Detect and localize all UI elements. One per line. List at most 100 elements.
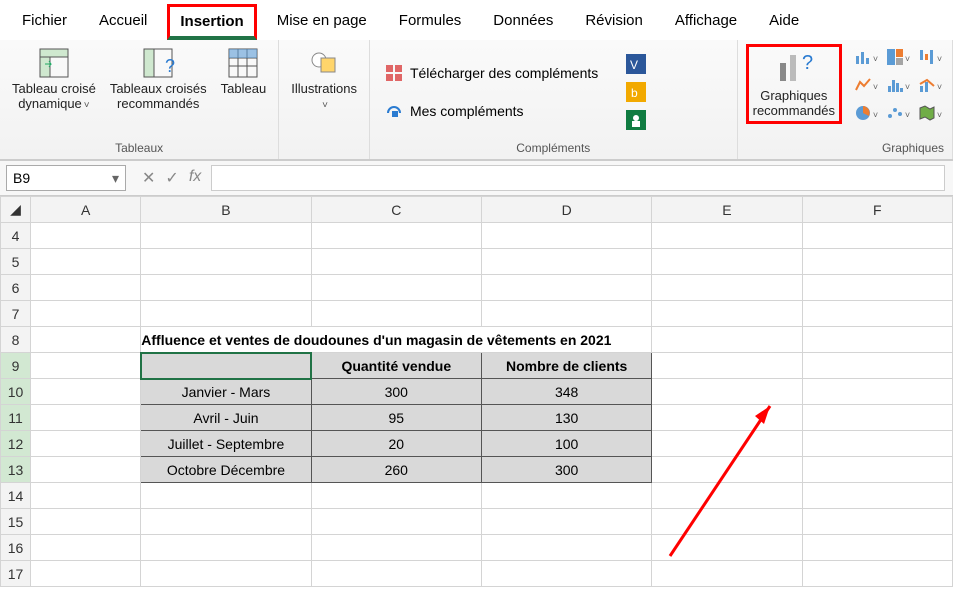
row-header[interactable]: 10 (1, 379, 31, 405)
table-header-cell[interactable] (141, 353, 311, 379)
row-header[interactable]: 16 (1, 535, 31, 561)
table-cell[interactable]: 95 (311, 405, 481, 431)
row-header[interactable]: 5 (1, 249, 31, 275)
table-cell[interactable]: 300 (481, 457, 651, 483)
table-cell[interactable]: 260 (311, 457, 481, 483)
svg-text:?: ? (802, 52, 813, 74)
row-header[interactable]: 4 (1, 223, 31, 249)
histogram-icon (886, 76, 904, 94)
visio-icon: V (626, 54, 646, 74)
group-graphiques: ? Graphiquesrecommandés Graphiques (738, 40, 953, 159)
combo-chart-button[interactable] (916, 72, 944, 98)
table-header-cell[interactable]: Quantité vendue (311, 353, 481, 379)
line-chart-icon (854, 76, 872, 94)
my-addins-icon (384, 101, 404, 121)
hierarchy-chart-button[interactable] (884, 44, 912, 70)
row-header[interactable]: 8 (1, 327, 31, 353)
table-cell[interactable]: Avril - Juin (141, 405, 311, 431)
map-chart-icon (918, 104, 936, 122)
row-header[interactable]: 12 (1, 431, 31, 457)
row-header[interactable]: 11 (1, 405, 31, 431)
ribbon: Tableau croisédynamique ? Tableaux crois… (0, 40, 953, 160)
col-header-A[interactable]: A (31, 197, 141, 223)
tab-affichage[interactable]: Affichage (663, 4, 749, 40)
waterfall-chart-button[interactable] (916, 44, 944, 70)
map-chart-button[interactable] (916, 100, 944, 126)
shapes-icon (307, 46, 341, 80)
chevron-down-icon (320, 96, 328, 111)
addins-store-icon (384, 63, 404, 83)
row-header[interactable]: 6 (1, 275, 31, 301)
svg-text:V: V (630, 58, 638, 72)
recommended-charts-button[interactable]: ? Graphiquesrecommandés (746, 44, 842, 124)
tab-fichier[interactable]: Fichier (10, 4, 79, 40)
chevron-down-icon: ▾ (112, 170, 119, 187)
table-button[interactable]: Tableau (217, 44, 271, 99)
illustrations-label: Illustrations (291, 81, 357, 96)
table-cell[interactable]: Juillet - Septembre (141, 431, 311, 457)
column-chart-icon (854, 48, 872, 66)
stat-chart-button[interactable] (884, 72, 912, 98)
tab-insertion[interactable]: Insertion (167, 4, 256, 40)
scatter-chart-icon (886, 104, 904, 122)
recommended-pivot-button[interactable]: ? Tableaux croisésrecommandés (106, 44, 211, 114)
my-addins-label: Mes compléments (410, 103, 524, 119)
people-addin-button[interactable] (624, 108, 648, 132)
my-addins-button[interactable]: Mes compléments (378, 97, 604, 125)
row-header[interactable]: 15 (1, 509, 31, 535)
fx-button[interactable]: fx (189, 168, 201, 188)
group-label-graphiques: Graphiques (746, 139, 944, 157)
get-addins-button[interactable]: Télécharger des compléments (378, 59, 604, 87)
table-cell[interactable]: 300 (311, 379, 481, 405)
table-label: Tableau (221, 82, 267, 97)
visio-addin-button[interactable]: V (624, 52, 648, 76)
group-tableaux: Tableau croisédynamique ? Tableaux crois… (0, 40, 279, 159)
cancel-formula-button[interactable]: ✕ (142, 168, 155, 188)
row-header[interactable]: 14 (1, 483, 31, 509)
formula-input[interactable] (211, 165, 945, 191)
tab-revision[interactable]: Révision (573, 4, 655, 40)
table-cell[interactable]: 130 (481, 405, 651, 431)
tab-accueil[interactable]: Accueil (87, 4, 159, 40)
tab-donnees[interactable]: Données (481, 4, 565, 40)
column-chart-button[interactable] (852, 44, 880, 70)
name-box[interactable]: B9 ▾ (6, 165, 126, 191)
get-addins-label: Télécharger des compléments (410, 65, 598, 81)
table-cell[interactable]: 100 (481, 431, 651, 457)
row-header[interactable]: 7 (1, 301, 31, 327)
table-title-cell[interactable]: Affluence et ventes de doudounes d'un ma… (141, 327, 652, 353)
recommended-pivot-icon: ? (141, 46, 175, 80)
row-header[interactable]: 9 (1, 353, 31, 379)
col-header-C[interactable]: C (311, 197, 481, 223)
recommended-pivot-label: Tableaux croisésrecommandés (110, 82, 207, 112)
bing-addin-button[interactable]: b (624, 80, 648, 104)
col-header-F[interactable]: F (802, 197, 952, 223)
table-cell[interactable]: 20 (311, 431, 481, 457)
grid[interactable]: ◢ A B C D E F 4 5 6 7 8 Affluence et ven… (0, 196, 953, 587)
pie-chart-icon (854, 104, 872, 122)
line-chart-button[interactable] (852, 72, 880, 98)
table-cell[interactable]: Octobre Décembre (141, 457, 311, 483)
pivot-table-button[interactable]: Tableau croisédynamique (8, 44, 100, 114)
col-header-B[interactable]: B (141, 197, 311, 223)
row-header[interactable]: 13 (1, 457, 31, 483)
row-header[interactable]: 17 (1, 561, 31, 587)
select-all-button[interactable]: ◢ (1, 197, 31, 223)
formula-bar: B9 ▾ ✕ ✓ fx (0, 160, 953, 196)
illustrations-button[interactable]: Illustrations (287, 44, 361, 114)
col-header-E[interactable]: E (652, 197, 802, 223)
pie-chart-button[interactable] (852, 100, 880, 126)
tab-mise-en-page[interactable]: Mise en page (265, 4, 379, 40)
table-header-cell[interactable]: Nombre de clients (481, 353, 651, 379)
col-header-D[interactable]: D (481, 197, 651, 223)
svg-text:b: b (631, 86, 638, 100)
scatter-chart-button[interactable] (884, 100, 912, 126)
table-cell[interactable]: Janvier - Mars (141, 379, 311, 405)
enter-formula-button[interactable]: ✓ (165, 168, 178, 188)
treemap-icon (886, 48, 904, 66)
table-cell[interactable]: 348 (481, 379, 651, 405)
tab-formules[interactable]: Formules (387, 4, 474, 40)
tab-aide[interactable]: Aide (757, 4, 811, 40)
group-label-complements: Compléments (378, 139, 729, 157)
group-illustrations: Illustrations (279, 40, 370, 159)
